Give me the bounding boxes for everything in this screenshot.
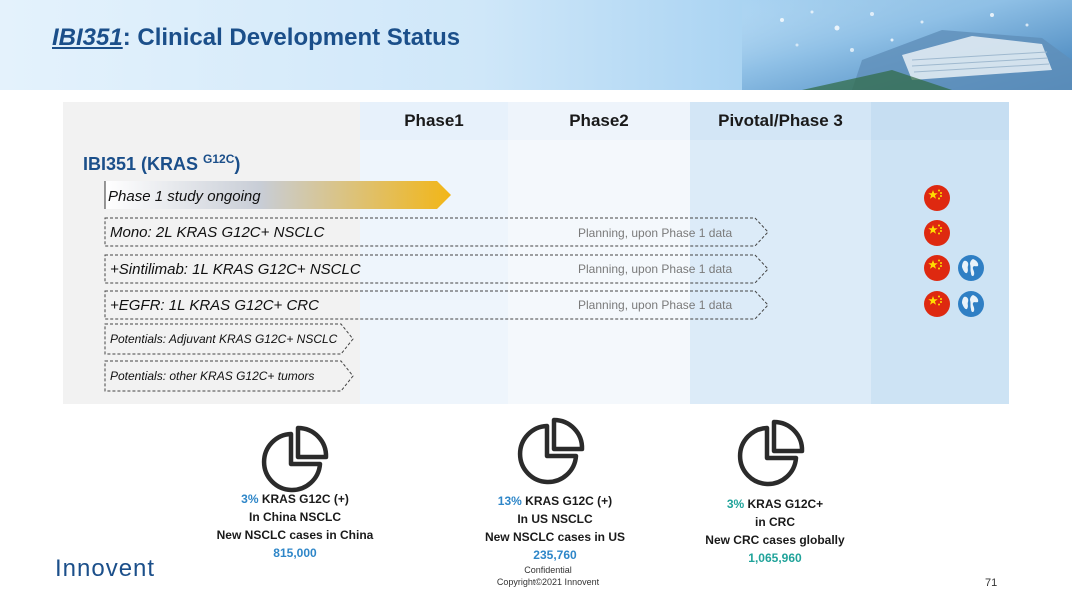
pie-chart-icon (261, 425, 329, 493)
title-text: : Clinical Development Status (122, 24, 461, 51)
stat-global-crc: 3% KRAS G12C+ in CRC New CRC cases globa… (670, 495, 880, 567)
stat-line1: 13% KRAS G12C (+) (497, 494, 613, 508)
row-arrows (104, 181, 769, 392)
building-image (742, 0, 1072, 90)
stat-total: 235,760 (533, 548, 577, 562)
globe-icon (958, 255, 984, 281)
stat-total: 815,000 (273, 546, 317, 560)
pie-chart-icon (517, 417, 585, 485)
stat-line2: In US NSCLC (517, 512, 593, 526)
stat-us-nsclc: 13% KRAS G12C (+) In US NSCLC New NSCLC … (450, 492, 660, 564)
title-product-link[interactable]: IBI351 (52, 24, 123, 51)
row-label: +Sintilimab: 1L KRAS G12C+ NSCLC (110, 261, 361, 278)
row-status-note: Planning, upon Phase 1 data (578, 262, 733, 276)
stat-line2: in CRC (755, 515, 795, 529)
row-label: Phase 1 study ongoing (108, 188, 261, 205)
pie-chart-icon (737, 419, 805, 487)
china-flag-icon (924, 220, 950, 246)
stat-line3: New NSCLC cases in US (484, 530, 626, 544)
stat-china-nsclc: 3% KRAS G12C (+) In China NSCLC New NSCL… (190, 490, 400, 562)
development-status-table: Phase1 Phase2 Pivotal/Phase 3 IBI351 (KR… (63, 102, 1009, 404)
china-flag-icon (924, 291, 950, 317)
stat-total: 1,065,960 (748, 551, 802, 565)
confidential-notice: Confidential Copyright©2021 Innovent (496, 565, 600, 587)
row-label: Potentials: Adjuvant KRAS G12C+ NSCLC (110, 332, 338, 346)
row-label: Potentials: other KRAS G12C+ tumors (110, 369, 315, 383)
row-label: Mono: 2L KRAS G12C+ NSCLC (110, 224, 325, 241)
globe-icon (958, 291, 984, 317)
row-label: +EGFR: 1L KRAS G12C+ CRC (110, 297, 319, 314)
china-flag-icon (924, 185, 950, 211)
stat-line3: New CRC cases globally (705, 533, 845, 547)
row-status-note: Planning, upon Phase 1 data (578, 298, 733, 312)
page-title: IBI351: Clinical Development Status (52, 24, 460, 52)
stat-line1: 3% KRAS G12C (+) (241, 492, 349, 506)
stat-line3: New NSCLC cases in China (216, 528, 374, 542)
china-flag-icon (924, 255, 950, 281)
stat-line2: In China NSCLC (249, 510, 341, 524)
header-banner: IBI351: Clinical Development Status (0, 0, 1072, 90)
page-number: 71 (985, 577, 998, 589)
company-logo: Innovent (55, 555, 156, 582)
stat-line1: 3% KRAS G12C+ (726, 497, 824, 511)
row-status-note: Planning, upon Phase 1 data (578, 226, 733, 240)
